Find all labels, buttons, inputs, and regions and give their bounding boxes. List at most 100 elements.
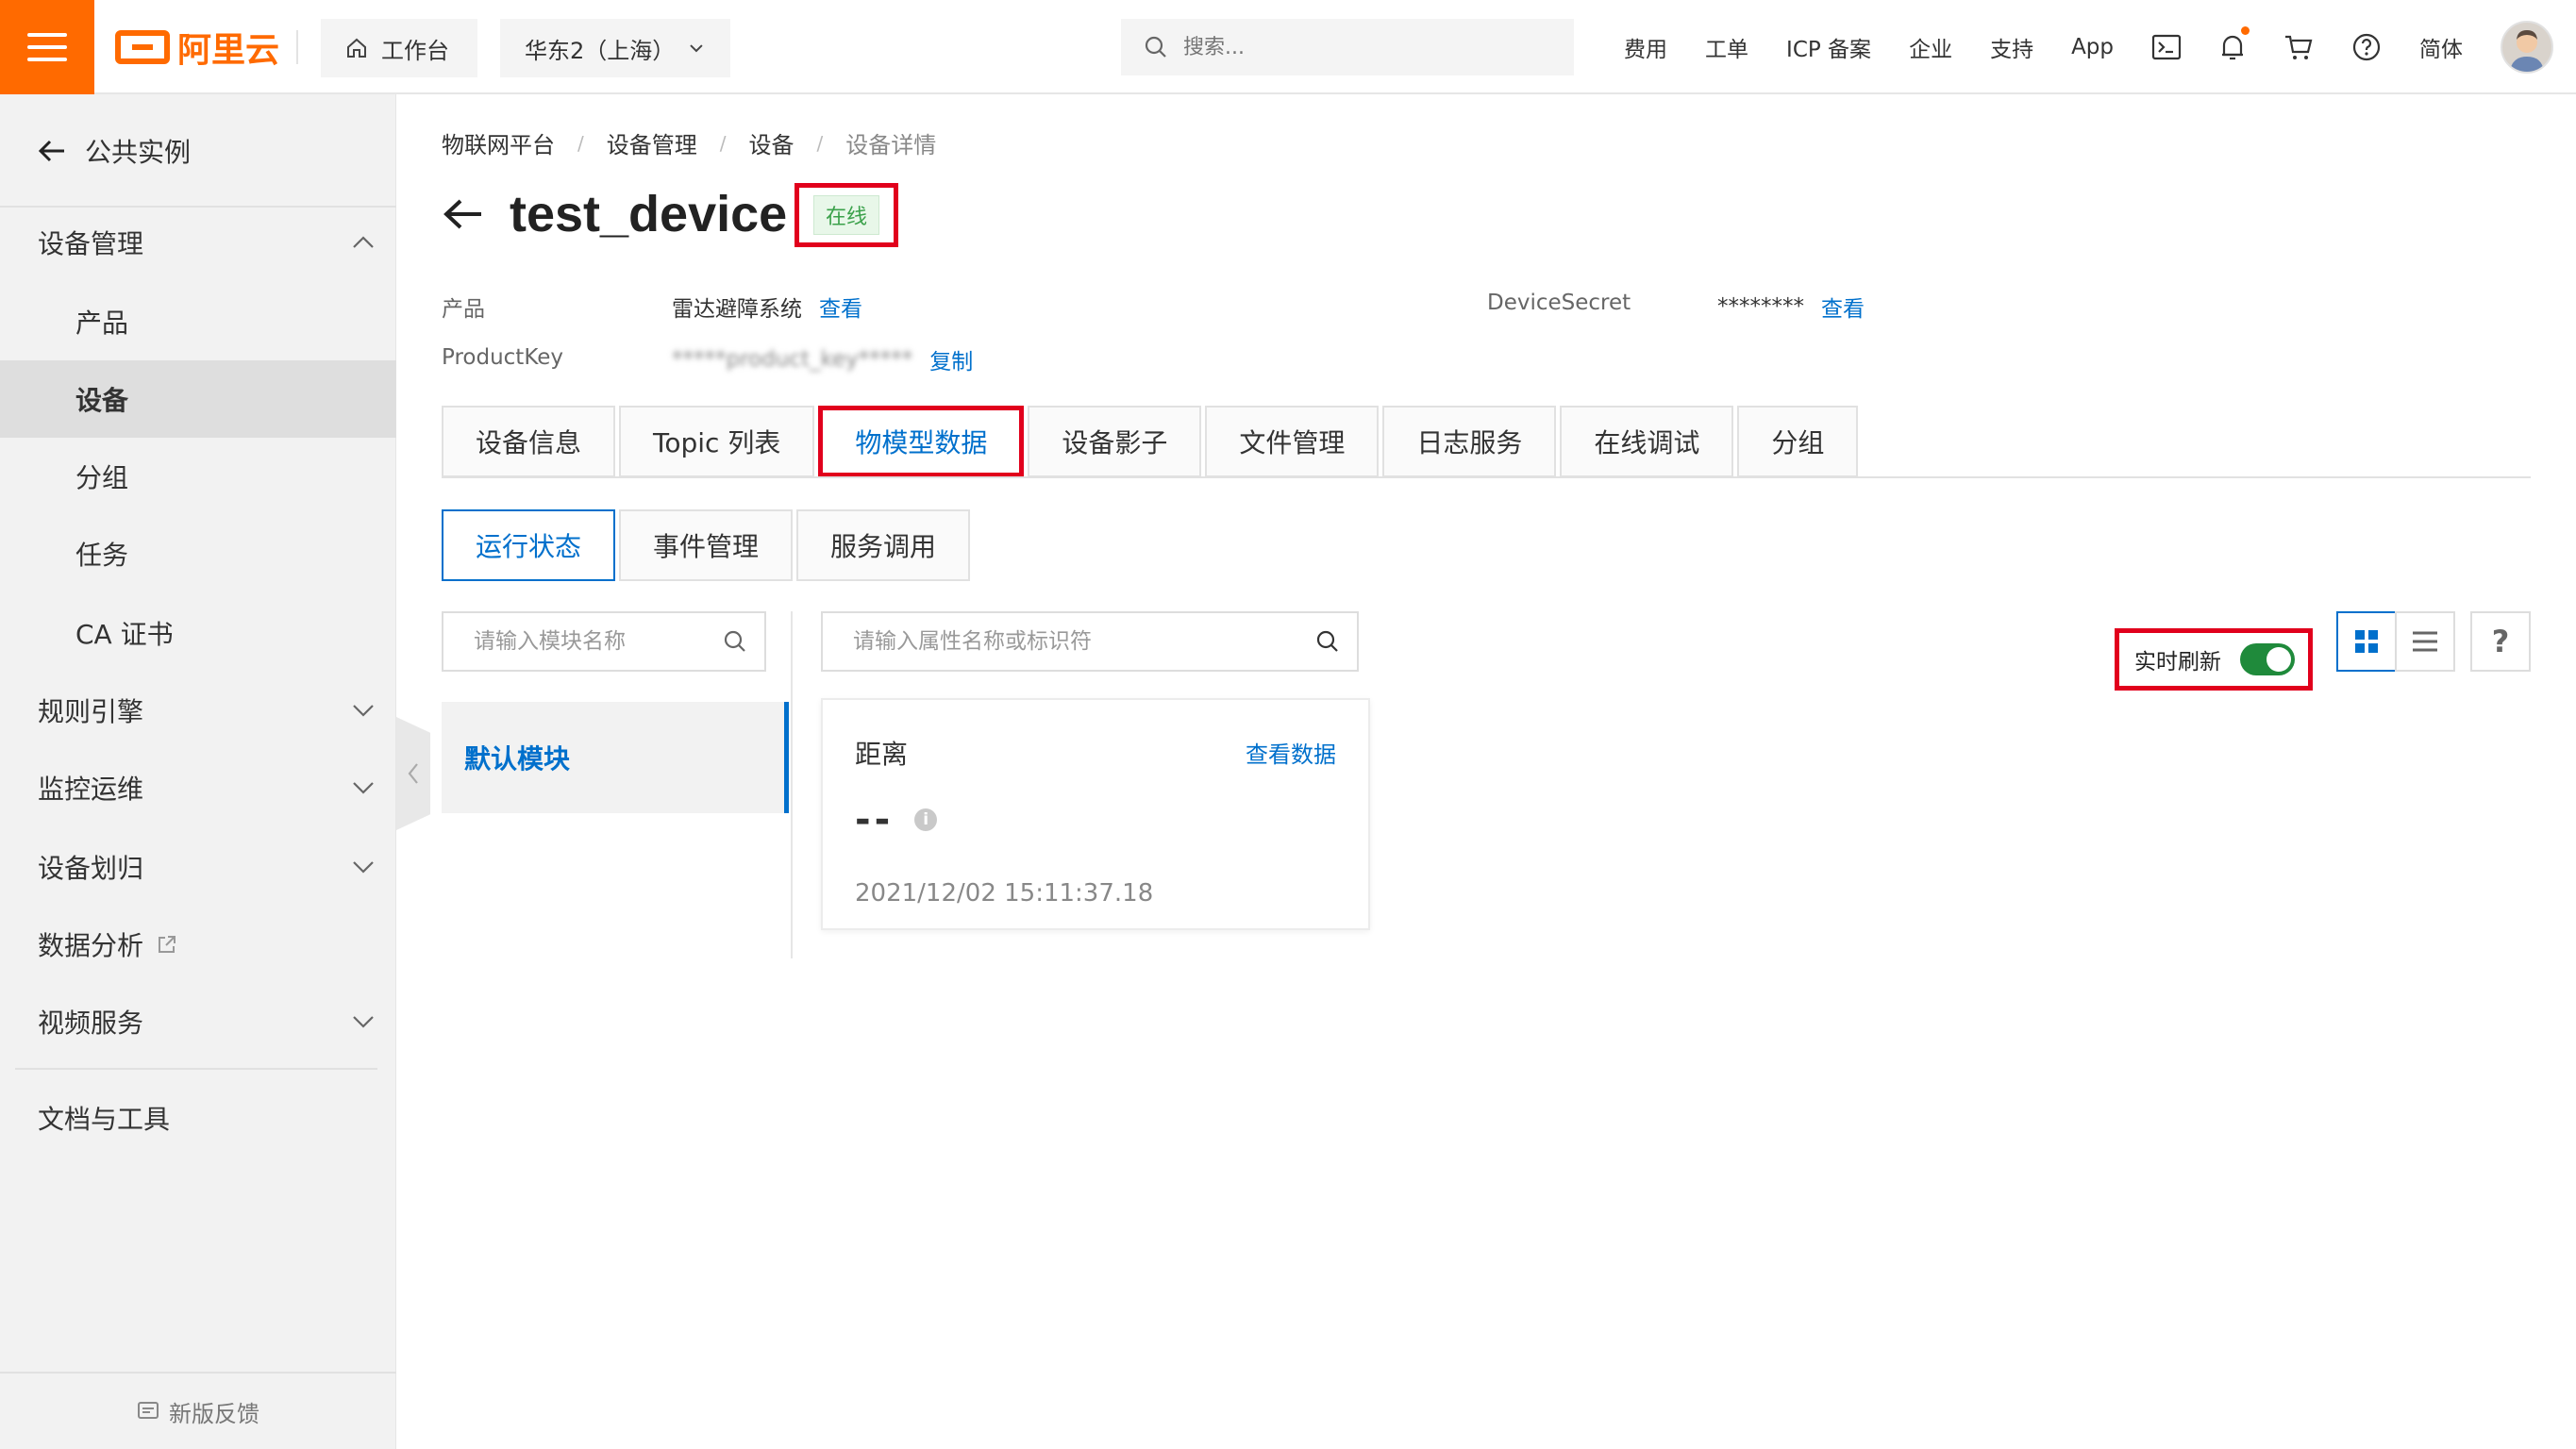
sidebar-group-label: 视频服务: [38, 1008, 144, 1039]
grid-icon: [2355, 630, 2378, 653]
sidebar-group-device-mgmt[interactable]: 设备管理: [0, 204, 396, 281]
subtab-event-mgmt[interactable]: 事件管理: [619, 509, 794, 581]
breadcrumb: 物联网平台 / 设备管理 / 设备 / 设备详情: [442, 126, 936, 159]
breadcrumb-device-mgmt[interactable]: 设备管理: [607, 126, 697, 159]
list-view-button[interactable]: [2395, 611, 2455, 672]
subtab-service-call[interactable]: 服务调用: [796, 509, 971, 581]
sidebar-group-device-assign[interactable]: 设备划归: [0, 828, 396, 906]
product-label: 产品: [442, 297, 485, 322]
sidebar-item-data-analysis[interactable]: 数据分析: [0, 906, 396, 983]
breadcrumb-separator: /: [719, 131, 727, 155]
back-arrow-icon[interactable]: [442, 197, 483, 231]
search-icon: [1145, 36, 1166, 58]
grid-view-button[interactable]: [2336, 611, 2397, 672]
detail-tabs: 设备信息 Topic 列表 物模型数据 设备影子 文件管理 日志服务 在线调试 …: [442, 406, 1862, 477]
global-search-input[interactable]: [1183, 35, 1542, 59]
link-app[interactable]: App: [2071, 35, 2114, 59]
feedback-button[interactable]: 新版反馈: [0, 1372, 396, 1449]
breadcrumb-iot-platform[interactable]: 物联网平台: [442, 126, 555, 159]
sidebar-collapse-handle[interactable]: [396, 717, 430, 830]
subtab-runtime-status[interactable]: 运行状态: [442, 509, 616, 581]
tab-online-debug[interactable]: 在线调试: [1560, 406, 1734, 477]
region-label: 华东2（上海）: [525, 37, 676, 64]
link-ticket[interactable]: 工单: [1705, 31, 1748, 63]
notification-dot: [2241, 26, 2250, 35]
product-view-link[interactable]: 查看: [819, 291, 862, 323]
property-card: 距离 查看数据 -- i 2021/12/02 15:11:37.18: [821, 698, 1370, 930]
tab-group[interactable]: 分组: [1737, 406, 1859, 477]
tab-thing-model-data[interactable]: 物模型数据: [818, 406, 1025, 477]
realtime-refresh-toggle[interactable]: [2240, 643, 2295, 675]
product-value-row: 雷达避障系统 查看: [672, 291, 862, 323]
productkey-value: *****product_key*****: [672, 347, 913, 372]
property-search-input[interactable]: [853, 629, 1243, 654]
sidebar-group-monitoring[interactable]: 监控运维: [0, 749, 396, 826]
search-icon[interactable]: [1315, 629, 1340, 654]
sidebar-item-product[interactable]: 产品: [0, 283, 396, 360]
link-support[interactable]: 支持: [1990, 31, 2033, 63]
search-icon[interactable]: [723, 629, 747, 654]
device-secret-row: ******** 查看: [1717, 291, 1865, 323]
chevron-down-icon: [353, 1016, 374, 1028]
page-title: test_device: [510, 186, 788, 242]
help-button[interactable]: ?: [2470, 611, 2531, 672]
workbench-label: 工作台: [381, 37, 449, 64]
avatar[interactable]: [2501, 21, 2553, 74]
view-data-link[interactable]: 查看数据: [1246, 736, 1336, 769]
tab-topic-list[interactable]: Topic 列表: [619, 406, 815, 477]
device-secret-label: DeviceSecret: [1487, 291, 1631, 315]
realtime-refresh-label: 实时刷新: [2134, 650, 2221, 675]
language-switch[interactable]: 简体: [2419, 31, 2463, 63]
info-icon[interactable]: i: [914, 808, 938, 831]
help-icon: ?: [2491, 624, 2510, 659]
tab-file-mgmt[interactable]: 文件管理: [1205, 406, 1380, 477]
module-search[interactable]: [442, 611, 766, 672]
property-timestamp: 2021/12/02 15:11:37.18: [855, 879, 1154, 908]
workbench-button[interactable]: 工作台: [321, 19, 477, 77]
product-value: 雷达避障系统: [672, 297, 802, 322]
bell-icon[interactable]: [2219, 26, 2250, 62]
property-search[interactable]: [821, 611, 1359, 672]
sidebar-item-task[interactable]: 任务: [0, 515, 396, 592]
tab-log-service[interactable]: 日志服务: [1382, 406, 1557, 477]
logo-text: 阿里云: [177, 31, 280, 70]
global-search[interactable]: [1121, 19, 1574, 75]
sidebar-item-docs[interactable]: 文档与工具: [0, 1079, 396, 1157]
link-icp[interactable]: ICP 备案: [1786, 31, 1871, 63]
chevron-down-icon: [353, 782, 374, 794]
help-circle-icon[interactable]: [2351, 32, 2382, 62]
property-value: --: [855, 798, 895, 841]
breadcrumb-device[interactable]: 设备: [749, 126, 795, 159]
sidebar-group-rules[interactable]: 规则引擎: [0, 672, 396, 749]
status-highlight: 在线: [795, 183, 898, 247]
module-item-default[interactable]: 默认模块: [442, 702, 789, 813]
sidebar-item-group[interactable]: 分组: [0, 438, 396, 515]
back-to-instances[interactable]: 公共实例: [38, 132, 191, 170]
productkey-label: ProductKey: [442, 345, 564, 370]
tab-device-shadow[interactable]: 设备影子: [1028, 406, 1202, 477]
feedback-icon: [138, 1402, 159, 1419]
productkey-copy-link[interactable]: 复制: [929, 343, 973, 375]
cart-icon[interactable]: [2283, 33, 2314, 61]
aliyun-logo[interactable]: 阿里云: [115, 25, 279, 70]
terminal-icon[interactable]: [2151, 34, 2182, 60]
divider: [791, 611, 793, 958]
sidebar: 公共实例 设备管理 产品 设备 分组 任务 CA 证书 规则引擎 监控运维 设备…: [0, 94, 396, 1449]
divider: [296, 30, 298, 64]
chevron-up-icon: [353, 236, 374, 248]
link-enterprise[interactable]: 企业: [1909, 31, 1952, 63]
sidebar-group-video[interactable]: 视频服务: [0, 983, 396, 1060]
region-select[interactable]: 华东2（上海）: [500, 19, 730, 77]
module-search-input[interactable]: [474, 629, 693, 654]
sub-tabs: 运行状态 事件管理 服务调用: [442, 509, 974, 581]
status-badge: 在线: [812, 195, 879, 235]
chevron-down-icon: [690, 44, 703, 53]
sidebar-item-device[interactable]: 设备: [0, 360, 396, 438]
link-billing[interactable]: 费用: [1624, 31, 1667, 63]
device-secret-view-link[interactable]: 查看: [1821, 291, 1865, 323]
sidebar-item-ca-cert[interactable]: CA 证书: [0, 594, 396, 672]
tab-device-info[interactable]: 设备信息: [442, 406, 616, 477]
breadcrumb-separator: /: [577, 131, 584, 155]
menu-icon[interactable]: [0, 0, 94, 94]
chevron-left-icon: [408, 763, 418, 784]
